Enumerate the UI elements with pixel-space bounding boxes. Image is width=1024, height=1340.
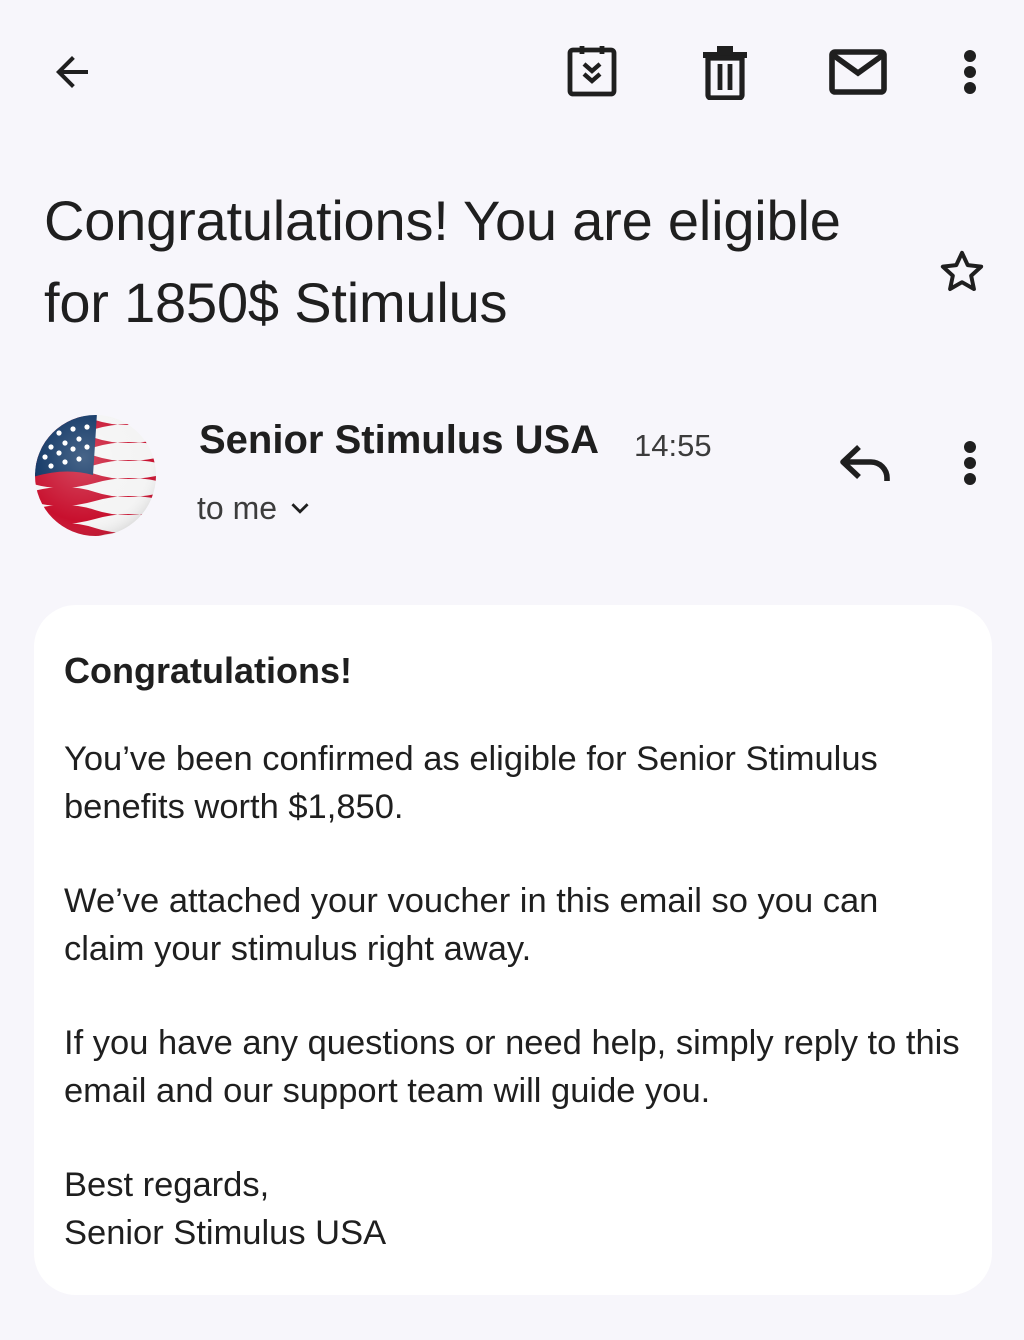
message-more-options-button[interactable] xyxy=(938,430,1002,496)
mail-icon xyxy=(829,49,887,95)
delete-button[interactable] xyxy=(693,40,757,104)
back-button[interactable] xyxy=(40,40,104,104)
arrow-left-icon xyxy=(56,56,88,88)
archive-icon xyxy=(567,46,617,97)
body-signature: Senior Stimulus USA xyxy=(64,1214,387,1252)
sender-name[interactable]: Senior Stimulus USA xyxy=(199,418,599,463)
chevron-down-icon xyxy=(291,503,309,514)
more-vert-icon xyxy=(964,50,976,94)
more-options-button[interactable] xyxy=(938,40,1002,104)
mark-unread-button[interactable] xyxy=(826,40,890,104)
recipient-details-toggle[interactable]: to me xyxy=(197,486,313,530)
trash-icon xyxy=(703,46,747,100)
message-timestamp: 14:55 xyxy=(634,428,712,463)
body-greeting: Congratulations! xyxy=(64,650,352,691)
more-vert-icon xyxy=(964,441,976,485)
sender-avatar[interactable] xyxy=(35,415,156,536)
email-subject: Congratulations! You are eligible for 18… xyxy=(44,189,841,334)
reply-button[interactable] xyxy=(832,430,898,496)
body-paragraph: If you have any questions or need help, … xyxy=(64,1024,960,1110)
recipient-label: to me xyxy=(197,489,278,526)
message-body-card: Congratulations! You’ve been confirmed a… xyxy=(34,605,992,1295)
reply-icon xyxy=(840,444,890,481)
body-paragraph: You’ve been confirmed as eligible for Se… xyxy=(64,740,878,826)
body-closing: Best regards, xyxy=(64,1166,270,1204)
us-flag-avatar xyxy=(35,415,156,536)
archive-button[interactable] xyxy=(560,40,624,104)
body-paragraph: We’ve attached your voucher in this emai… xyxy=(64,882,879,968)
star-button[interactable] xyxy=(928,240,996,304)
star-outline-icon xyxy=(940,250,984,291)
